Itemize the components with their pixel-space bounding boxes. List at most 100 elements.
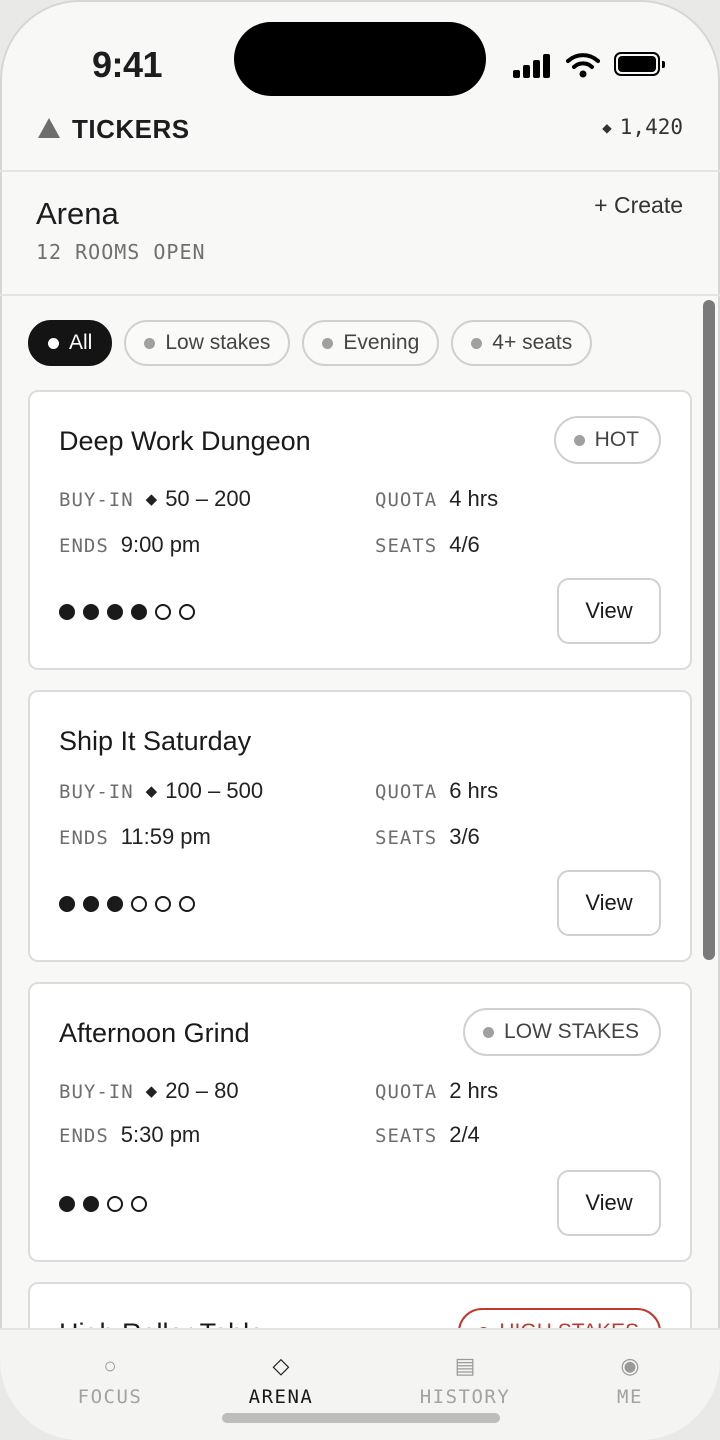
seat-empty-dot (179, 896, 195, 912)
tab-me[interactable]: ◉ ME (560, 1352, 700, 1408)
coin-balance: ◆ 1,420 (602, 115, 683, 139)
seat-empty-dot (131, 1196, 147, 1212)
tab-arena[interactable]: ◇ ARENA (211, 1352, 351, 1408)
buy-in-label: BUY-IN (59, 489, 134, 511)
seats-field: SEATS 4/6 (375, 532, 480, 558)
badge-dot-icon (483, 1026, 495, 1038)
room-name: Ship It Saturday (59, 726, 252, 756)
quota-label: QUOTA (375, 781, 438, 803)
scrollbar[interactable] (703, 300, 715, 960)
battery-icon (614, 52, 665, 76)
quota-field: QUOTA 2 hrs (375, 1078, 498, 1104)
phone-screen: 9:41 TICKERS ◆ 1,420 Arena 12 ROOMS OPEN … (0, 0, 720, 1440)
list-icon: ▤ (454, 1353, 476, 1378)
seat-filled-dot (107, 896, 123, 912)
seats-value: 2/4 (449, 1122, 480, 1147)
filter-chip-4-plus-seats[interactable]: 4+ seats (451, 320, 593, 366)
diamond-icon: ◆ (145, 1083, 158, 1100)
ends-value: 5:30 pm (120, 1122, 201, 1147)
seats-value: 4/6 (449, 532, 480, 557)
seat-filled-dot (83, 896, 99, 912)
chip-label: 4+ seats (492, 331, 573, 354)
view-room-button[interactable]: View (557, 578, 661, 644)
buy-in-label: BUY-IN (59, 781, 134, 803)
seat-filled-dot (107, 604, 123, 620)
seat-filled-dot (83, 1196, 99, 1212)
quota-field: QUOTA 4 hrs (375, 486, 498, 512)
view-room-button[interactable]: View (557, 1170, 661, 1236)
chip-label: All (69, 331, 93, 354)
home-indicator[interactable] (222, 1413, 500, 1423)
app-logo-text: TICKERS (72, 114, 190, 144)
ends-field: ENDS 11:59 pm (59, 824, 211, 850)
create-room-button[interactable]: + Create (594, 192, 683, 219)
seat-empty-dot (131, 896, 147, 912)
room-card[interactable]: Ship It Saturday BUY-IN ◆ 100 – 500 QUOTA 6… (28, 690, 692, 962)
ends-label: ENDS (59, 535, 109, 557)
seat-dots (59, 1196, 147, 1212)
filter-chip-all[interactable]: All (28, 320, 113, 366)
seat-filled-dot (83, 604, 99, 620)
buy-in-value: ◆ 100 – 500 (146, 778, 263, 804)
buy-in-field: BUY-IN ◆ 100 – 500 (59, 778, 263, 804)
seat-empty-dot (107, 1196, 123, 1212)
seats-value: 3/6 (449, 824, 480, 849)
chip-dot-icon (471, 337, 483, 349)
logo-triangle-icon (38, 118, 60, 138)
seat-empty-dot (179, 604, 195, 620)
seat-filled-dot (59, 1196, 75, 1212)
dynamic-island (234, 22, 486, 96)
view-room-button[interactable]: View (557, 870, 661, 936)
bottom-tab-bar: ○ FOCUS ◇ ARENA ▤ HISTORY ◉ ME (0, 1328, 720, 1440)
status-time: 9:41 (92, 44, 163, 85)
filter-chip-low-stakes[interactable]: Low stakes (124, 320, 291, 366)
seat-empty-dot (155, 896, 171, 912)
coin-balance-value: 1,420 (619, 115, 683, 139)
quota-value: 2 hrs (449, 1078, 499, 1103)
ends-field: ENDS 9:00 pm (59, 532, 200, 558)
tab-label: HISTORY (419, 1386, 511, 1408)
seat-empty-dot (155, 604, 171, 620)
page-title: Arena (36, 196, 119, 231)
ends-label: ENDS (59, 1125, 109, 1147)
app-header: TICKERS ◆ 1,420 (0, 100, 720, 172)
seats-label: SEATS (375, 535, 438, 557)
status-badge: LOW STAKES (463, 1008, 661, 1056)
buy-in-field: BUY-IN ◆ 50 – 200 (59, 486, 251, 512)
room-name: Afternoon Grind (59, 1018, 250, 1048)
badge-label: LOW STAKES (504, 1020, 639, 1043)
buy-in-range: 20 – 80 (165, 1078, 239, 1103)
quota-field: QUOTA 6 hrs (375, 778, 498, 804)
diamond-icon: ◆ (145, 783, 158, 800)
circle-icon: ○ (103, 1353, 117, 1378)
status-badge: HOT (553, 416, 661, 464)
ends-value: 11:59 pm (120, 824, 211, 849)
tab-label: FOCUS (77, 1386, 143, 1408)
tab-label: ME (617, 1386, 643, 1408)
filter-chips: All Low stakes Evening 4+ seats (28, 320, 593, 366)
tab-history[interactable]: ▤ HISTORY (395, 1352, 535, 1408)
room-name: Deep Work Dungeon (59, 426, 311, 456)
buy-in-value: ◆ 20 – 80 (146, 1078, 239, 1104)
seat-filled-dot (131, 604, 147, 620)
diamond-icon: ◇ (272, 1353, 290, 1378)
seats-field: SEATS 2/4 (375, 1122, 480, 1148)
page-header: Arena 12 ROOMS OPEN + Create (0, 172, 720, 296)
diamond-icon: ◆ (145, 491, 158, 508)
cellular-signal-icon (513, 54, 551, 78)
chip-label: Evening (343, 331, 420, 354)
badge-dot-icon (573, 434, 585, 446)
room-card[interactable]: Afternoon Grind LOW STAKES BUY-IN ◆ 20 – 8… (28, 982, 692, 1262)
room-card[interactable]: Deep Work Dungeon HOT BUY-IN ◆ 50 – 200 QU… (28, 390, 692, 670)
quota-value: 6 hrs (449, 778, 499, 803)
filter-chip-evening[interactable]: Evening (302, 320, 440, 366)
tab-focus[interactable]: ○ FOCUS (40, 1352, 180, 1408)
seat-dots (59, 896, 195, 912)
seat-filled-dot (59, 604, 75, 620)
seat-dots (59, 604, 195, 620)
wifi-icon (566, 53, 600, 78)
quota-label: QUOTA (375, 489, 438, 511)
tab-label: ARENA (248, 1386, 314, 1408)
buy-in-value: ◆ 50 – 200 (146, 486, 251, 512)
ends-value: 9:00 pm (120, 532, 201, 557)
